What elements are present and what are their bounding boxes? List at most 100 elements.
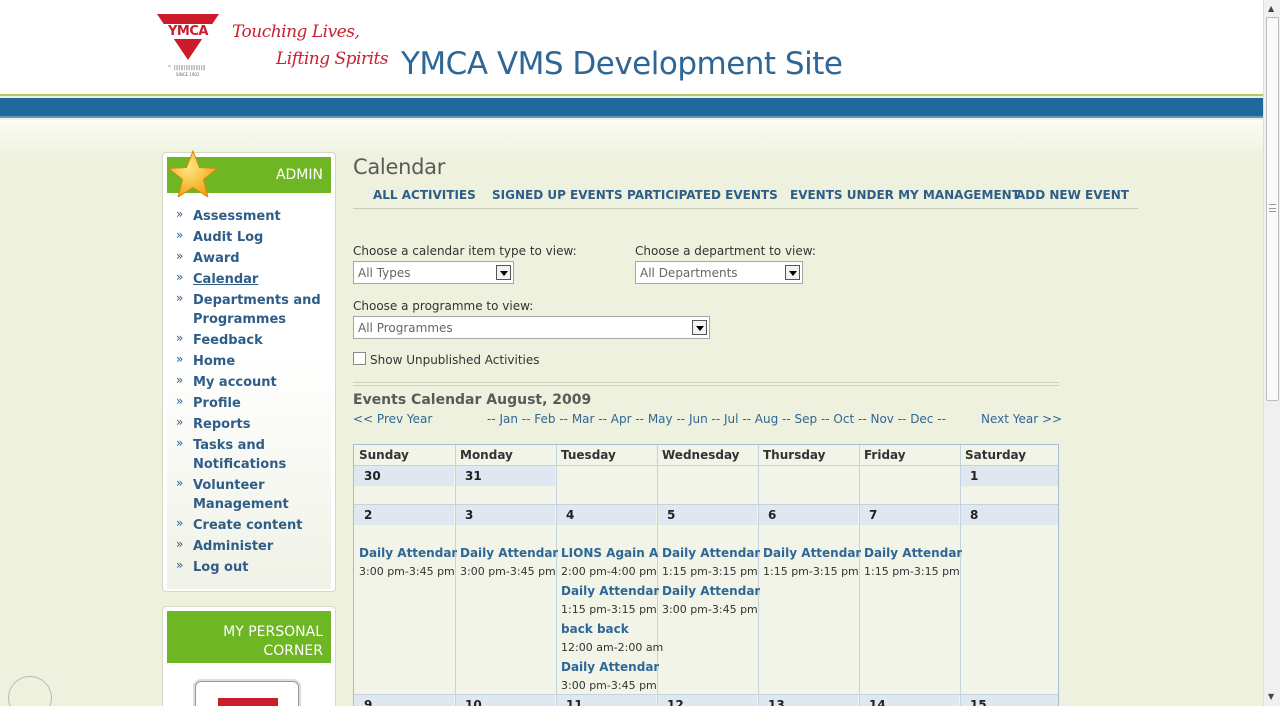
admin-panel-header: ADMIN	[167, 149, 331, 199]
month-link-jan[interactable]: Jan	[499, 412, 518, 426]
ymca-logo[interactable]: YMCA ™ ||||||||||||||||||| SINCE 1902	[157, 14, 219, 78]
sidebar-item-label[interactable]: Home	[193, 352, 329, 371]
month-separator: --	[631, 412, 648, 426]
bullet-icon: »	[176, 394, 184, 408]
month-link-nov[interactable]: Nov	[870, 412, 893, 426]
avatar[interactable]	[195, 681, 299, 706]
month-link-sep[interactable]: Sep	[795, 412, 818, 426]
event-link[interactable]: Daily Attendance	[561, 660, 659, 674]
month-link-feb[interactable]: Feb	[534, 412, 555, 426]
sidebar-item-label[interactable]: Audit Log	[193, 228, 329, 247]
scroll-up-arrow-icon[interactable]: ▲	[1268, 4, 1274, 13]
event-link[interactable]: back back	[561, 622, 659, 636]
page-title: Calendar	[353, 155, 446, 179]
event-link[interactable]: Daily Attendance	[662, 546, 760, 560]
month-link-aug[interactable]: Aug	[755, 412, 778, 426]
day-number[interactable]: 3	[465, 508, 473, 522]
day-number[interactable]: 15	[970, 698, 987, 706]
programme-select[interactable]: All Programmes	[353, 316, 710, 339]
month-link-dec[interactable]: Dec	[910, 412, 933, 426]
day-number[interactable]: 31	[465, 469, 482, 483]
day-number[interactable]: 1	[970, 469, 978, 483]
avatar-logo-fragment	[218, 698, 278, 706]
chevron-down-icon[interactable]	[496, 265, 511, 280]
type-filter-label: Choose a calendar item type to view:	[353, 244, 577, 258]
scroll-down-arrow-icon[interactable]: ▼	[1268, 692, 1274, 701]
event-link[interactable]: Daily Attendance	[662, 584, 760, 598]
vertical-scrollbar[interactable]: ▲ ▼	[1263, 0, 1280, 706]
event-time: 3:00 pm-3:45 pm	[359, 565, 455, 578]
prev-year-link[interactable]: << Prev Year	[353, 412, 432, 426]
day-number[interactable]: 10	[465, 698, 482, 706]
sidebar-item-label[interactable]: Profile	[193, 394, 329, 413]
chevron-down-icon[interactable]	[692, 320, 707, 335]
day-number[interactable]: 2	[364, 508, 372, 522]
tab-events-under-my-management[interactable]: EVENTS UNDER MY MANAGEMENT	[790, 188, 1020, 202]
bullet-icon: »	[176, 270, 184, 284]
day-name-wednesday: Wednesday	[662, 448, 740, 462]
month-link-jul[interactable]: Jul	[724, 412, 738, 426]
day-number[interactable]: 9	[364, 698, 372, 706]
sidebar-item-label[interactable]: Log out	[193, 558, 329, 577]
month-separator: --	[893, 412, 911, 426]
event-time: 3:00 pm-3:45 pm	[662, 603, 758, 616]
bullet-icon: »	[176, 558, 184, 572]
day-number[interactable]: 6	[768, 508, 776, 522]
header-bar	[0, 98, 1263, 118]
calendar-divider	[353, 382, 1059, 386]
type-select[interactable]: All Types	[353, 261, 514, 284]
bullet-icon: »	[176, 436, 184, 450]
month-link-jun[interactable]: Jun	[689, 412, 708, 426]
tab-all-activities[interactable]: ALL ACTIVITIES	[373, 188, 476, 202]
sidebar-item-label[interactable]: Award	[193, 249, 329, 268]
scroll-thumb[interactable]	[1266, 17, 1279, 401]
month-link-may[interactable]: May	[648, 412, 673, 426]
programme-select-value: All Programmes	[358, 321, 453, 335]
month-separator: --	[555, 412, 572, 426]
bullet-icon: »	[176, 207, 184, 221]
day-number[interactable]: 12	[667, 698, 684, 706]
bullet-icon: »	[176, 291, 184, 305]
day-number[interactable]: 4	[566, 508, 574, 522]
department-select[interactable]: All Departments	[635, 261, 803, 284]
day-number[interactable]: 30	[364, 469, 381, 483]
sidebar-item-label[interactable]: Departments and Programmes	[193, 291, 329, 329]
event-link[interactable]: Daily Attendance	[460, 546, 558, 560]
show-unpublished-label[interactable]: Show Unpublished Activities	[370, 353, 540, 367]
sidebar-item-label[interactable]: Reports	[193, 415, 329, 434]
tab-signed-up-events[interactable]: SIGNED UP EVENTS	[492, 188, 623, 202]
event-link[interactable]: Daily Attendance	[864, 546, 962, 560]
day-number[interactable]: 7	[869, 508, 877, 522]
sidebar-item-label[interactable]: Tasks and Notifications	[193, 436, 329, 474]
day-number[interactable]: 14	[869, 698, 886, 706]
event-link[interactable]: Daily Attendance	[359, 546, 457, 560]
sidebar-item-label[interactable]: My account	[193, 373, 329, 392]
month-link-mar[interactable]: Mar	[572, 412, 595, 426]
personal-corner-header: MY PERSONAL CORNER	[167, 611, 331, 663]
sidebar-item-label[interactable]: Assessment	[193, 207, 329, 226]
chevron-down-icon[interactable]	[785, 265, 800, 280]
sidebar-item-label[interactable]: Calendar	[193, 270, 329, 289]
column-divider	[758, 445, 759, 706]
column-divider	[960, 445, 961, 706]
site-title[interactable]: YMCA VMS Development Site	[401, 46, 843, 82]
sidebar-item-label[interactable]: Administer	[193, 537, 329, 556]
event-link[interactable]: Daily Attendance	[561, 584, 659, 598]
day-number[interactable]: 8	[970, 508, 978, 522]
next-year-link[interactable]: Next Year >>	[981, 412, 1062, 426]
show-unpublished-checkbox[interactable]	[353, 352, 366, 365]
day-number[interactable]: 11	[566, 698, 583, 706]
day-number[interactable]: 13	[768, 698, 785, 706]
tab-participated-events[interactable]: PARTICIPATED EVENTS	[627, 188, 778, 202]
sidebar-item-label[interactable]: Volunteer Management	[193, 476, 329, 514]
event-link[interactable]: LIONS Again Again	[561, 546, 659, 560]
day-number[interactable]: 5	[667, 508, 675, 522]
logo-text: YMCA	[168, 24, 208, 39]
sidebar-item-label[interactable]: Feedback	[193, 331, 329, 350]
tab-add-new-event[interactable]: ADD NEW EVENT	[1016, 188, 1129, 202]
sidebar-item-label[interactable]: Create content	[193, 516, 329, 535]
month-link-apr[interactable]: Apr	[611, 412, 632, 426]
logo-since: SINCE 1902	[176, 72, 200, 77]
month-link-oct[interactable]: Oct	[833, 412, 854, 426]
event-link[interactable]: Daily Attendance	[763, 546, 861, 560]
